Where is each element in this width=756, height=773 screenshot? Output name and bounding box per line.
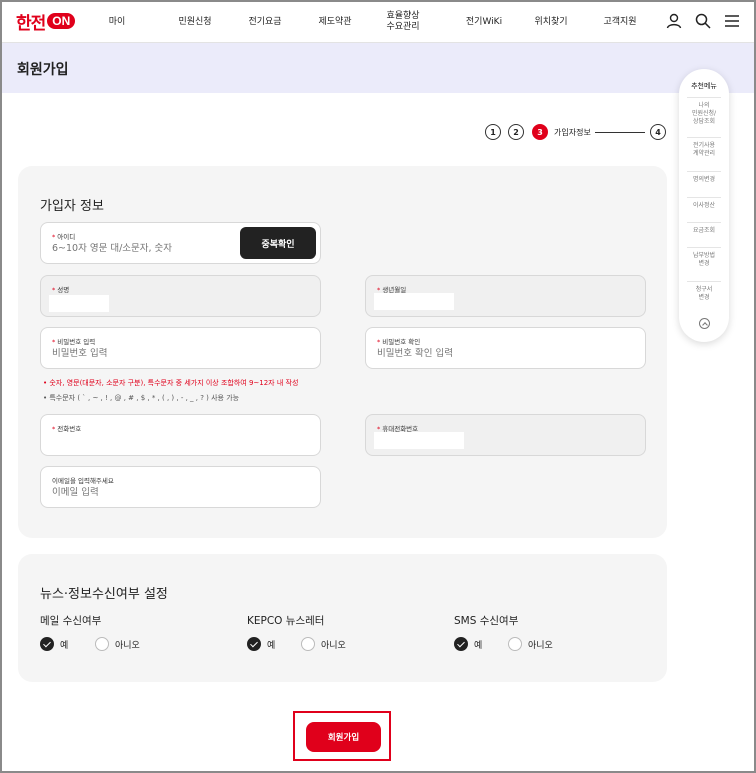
step-2: 2 (508, 124, 524, 140)
logo-on-badge: ON (47, 13, 76, 29)
subscription-card (18, 554, 667, 682)
sms-opt-no-label[interactable]: 아니오 (528, 638, 553, 651)
search-icon[interactable] (694, 12, 712, 30)
signup-submit-button[interactable]: 회원가입 (306, 722, 381, 752)
birth-masked-value (374, 293, 454, 310)
step-4: 4 (650, 124, 666, 140)
phone-field-label: 전화번호 (57, 425, 82, 433)
page-title: 회원가입 (17, 62, 69, 78)
sms-opt-label: SMS 수신여부 (454, 615, 519, 627)
quick-menu-item-payment-method[interactable]: 납부방법 변경 (687, 247, 721, 268)
title-band: 회원가입 (2, 43, 754, 93)
name-field-label: 성명 (57, 286, 70, 294)
mail-opt-no-radio[interactable] (95, 637, 109, 651)
id-field-label: 아이디 (57, 233, 76, 241)
mobile-field: * 휴대전화번호 (365, 414, 646, 456)
name-field: * 성명 (40, 275, 321, 317)
logo-text: 한전 (16, 13, 46, 33)
quick-menu-item-bill-inquiry[interactable]: 요금조회 (687, 222, 721, 235)
sms-opt-no-radio[interactable] (508, 637, 522, 651)
newsletter-opt-no-radio[interactable] (301, 637, 315, 651)
mail-opt-label: 메일 수신여부 (40, 615, 102, 627)
mobile-masked-value (374, 432, 464, 449)
nav-customer-support[interactable]: 고객지원 (595, 2, 645, 42)
nav-electric-rate[interactable]: 전기요금 (240, 2, 290, 42)
newsletter-opt-yes-radio[interactable] (247, 637, 261, 651)
email-field-label: 이메일을 입력해주세요 (52, 477, 114, 485)
member-info-title: 가입자 정보 (40, 199, 104, 214)
id-input[interactable] (52, 243, 232, 254)
subscription-title: 뉴스·정보수신여부 설정 (40, 587, 168, 602)
newsletter-opt-yes-label[interactable]: 예 (267, 638, 275, 651)
phone-input[interactable] (52, 435, 232, 446)
nav-location[interactable]: 위치찾기 (526, 2, 576, 42)
step-1: 1 (485, 124, 501, 140)
scroll-top-icon[interactable] (699, 318, 710, 329)
quick-menu-title: 추천메뉴 (691, 82, 717, 90)
nav-wiki[interactable]: 전기WiKi (457, 2, 511, 42)
newsletter-opt-label: KEPCO 뉴스레터 (247, 615, 325, 627)
name-masked-value (49, 295, 109, 312)
mail-opt-yes-label[interactable]: 예 (60, 638, 68, 651)
password-confirm-label: 비밀번호 확인 (382, 338, 421, 346)
special-char-hint: • 특수문자 ( ` , ~ , ! , @ , # , $ , * , ( ,… (43, 394, 240, 402)
quick-menu-item-name-change[interactable]: 명의변경 (687, 171, 721, 184)
password-confirm-field: * 비밀번호 확인 (365, 327, 646, 369)
top-header: 한전 ON 마이 민원신청 전기요금 제도약관 효율향상 수요관리 전기WiKi… (2, 2, 754, 43)
sms-opt-yes-radio[interactable] (454, 637, 468, 651)
page-frame: 한전 ON 마이 민원신청 전기요금 제도약관 효율향상 수요관리 전기WiKi… (0, 0, 756, 773)
quick-menu: 추천메뉴 나의 민원신청/ 상담조회 전기사용 계약관리 명의변경 이사정산 요… (679, 69, 729, 342)
birth-field: * 생년월일 (365, 275, 646, 317)
nav-terms[interactable]: 제도약관 (310, 2, 360, 42)
quick-menu-item-contract[interactable]: 전기사용 계약관리 (687, 137, 721, 158)
password-field: * 비밀번호 입력 (40, 327, 321, 369)
menu-icon[interactable] (723, 12, 741, 30)
newsletter-opt-no-label[interactable]: 아니오 (321, 638, 346, 651)
user-icon[interactable] (665, 12, 683, 30)
email-input[interactable] (52, 487, 232, 498)
quick-menu-item-my-request[interactable]: 나의 민원신청/ 상담조회 (687, 97, 721, 126)
password-confirm-input[interactable] (377, 348, 557, 359)
step-connector (595, 132, 645, 133)
password-rule-hint: • 숫자, 영문(대문자, 소문자 구분), 특수문자 중 세가지 이상 조합하… (43, 379, 299, 387)
kepco-on-logo[interactable]: 한전 ON (16, 10, 76, 33)
mail-opt-no-label[interactable]: 아니오 (115, 638, 140, 651)
sms-opt-yes-label[interactable]: 예 (474, 638, 482, 651)
email-field: 이메일을 입력해주세요 (40, 466, 321, 508)
quick-menu-item-bill-change[interactable]: 청구서 변경 (687, 281, 721, 302)
duplicate-check-button[interactable]: 중복확인 (240, 227, 316, 259)
nav-civil-request[interactable]: 민원신청 (170, 2, 220, 42)
password-field-label: 비밀번호 입력 (57, 338, 96, 346)
nav-efficiency[interactable]: 효율향상 수요관리 (377, 2, 429, 42)
quick-menu-item-move-settle[interactable]: 이사정산 (687, 197, 721, 210)
nav-my[interactable]: 마이 (97, 2, 137, 42)
step-3-active: 3 (532, 124, 548, 140)
step-active-label: 가입자정보 (554, 128, 591, 137)
phone-field: * 전화번호 (40, 414, 321, 456)
password-input[interactable] (52, 348, 232, 359)
mail-opt-yes-radio[interactable] (40, 637, 54, 651)
